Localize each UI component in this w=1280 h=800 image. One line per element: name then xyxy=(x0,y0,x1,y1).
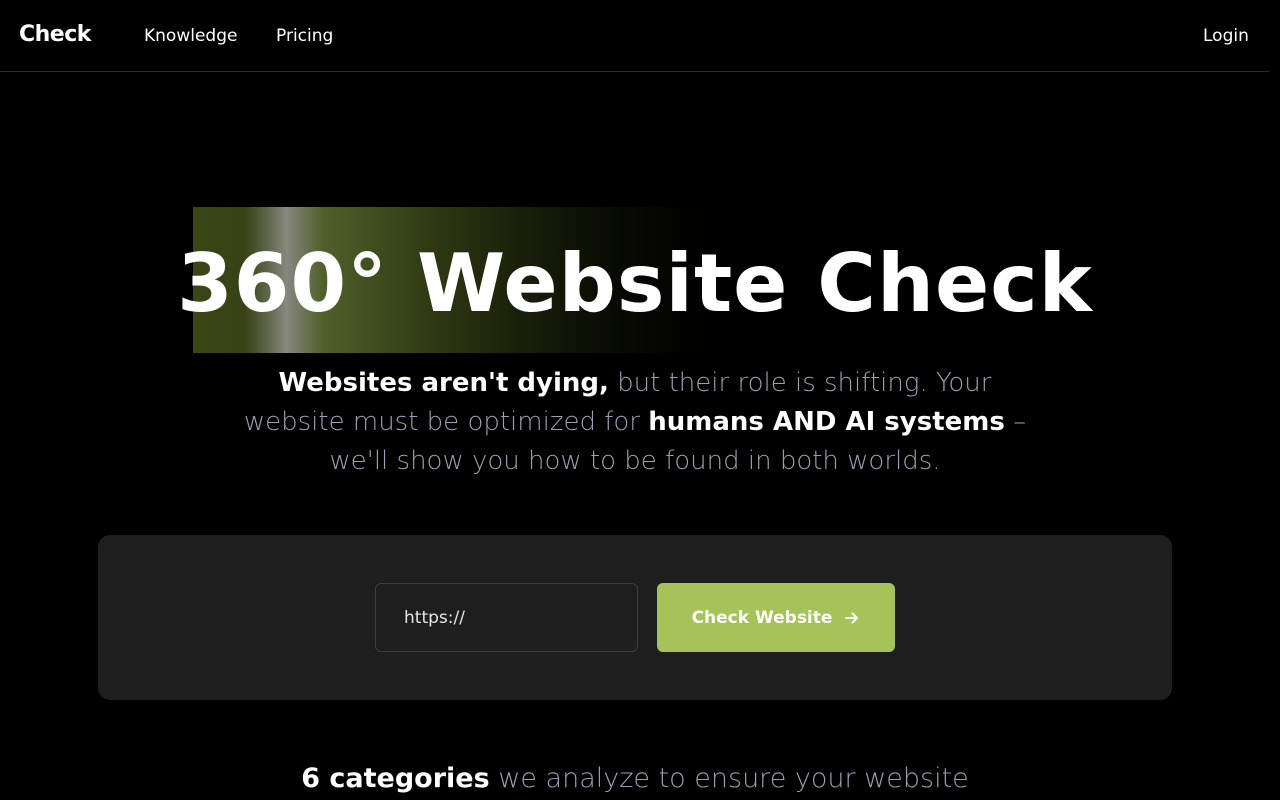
url-input[interactable] xyxy=(375,583,638,652)
check-website-button[interactable]: Check Website xyxy=(657,583,895,652)
hero-subtitle-emphasis-2: humans AND AI systems xyxy=(648,407,1005,437)
categories-heading: 6 categories we analyze to ensure your w… xyxy=(0,760,1270,798)
top-navigation: Check Knowledge Pricing Login xyxy=(0,0,1269,72)
categories-text: we analyze to ensure your website xyxy=(489,763,969,794)
hero-title: 360° Website Check xyxy=(177,237,1093,330)
check-website-button-label: Check Website xyxy=(691,607,833,628)
categories-count: 6 categories xyxy=(301,763,490,794)
login-link[interactable]: Login xyxy=(1203,26,1249,46)
nav-link-pricing[interactable]: Pricing xyxy=(276,26,333,46)
nav-link-knowledge[interactable]: Knowledge xyxy=(144,26,237,46)
hero-subtitle: Websites aren't dying, but their role is… xyxy=(240,364,1030,481)
brand-logo[interactable]: Check xyxy=(19,22,91,47)
arrow-right-icon xyxy=(845,612,859,623)
page-scrollbar[interactable] xyxy=(1269,0,1280,800)
hero-subtitle-emphasis-1: Websites aren't dying, xyxy=(278,368,609,398)
